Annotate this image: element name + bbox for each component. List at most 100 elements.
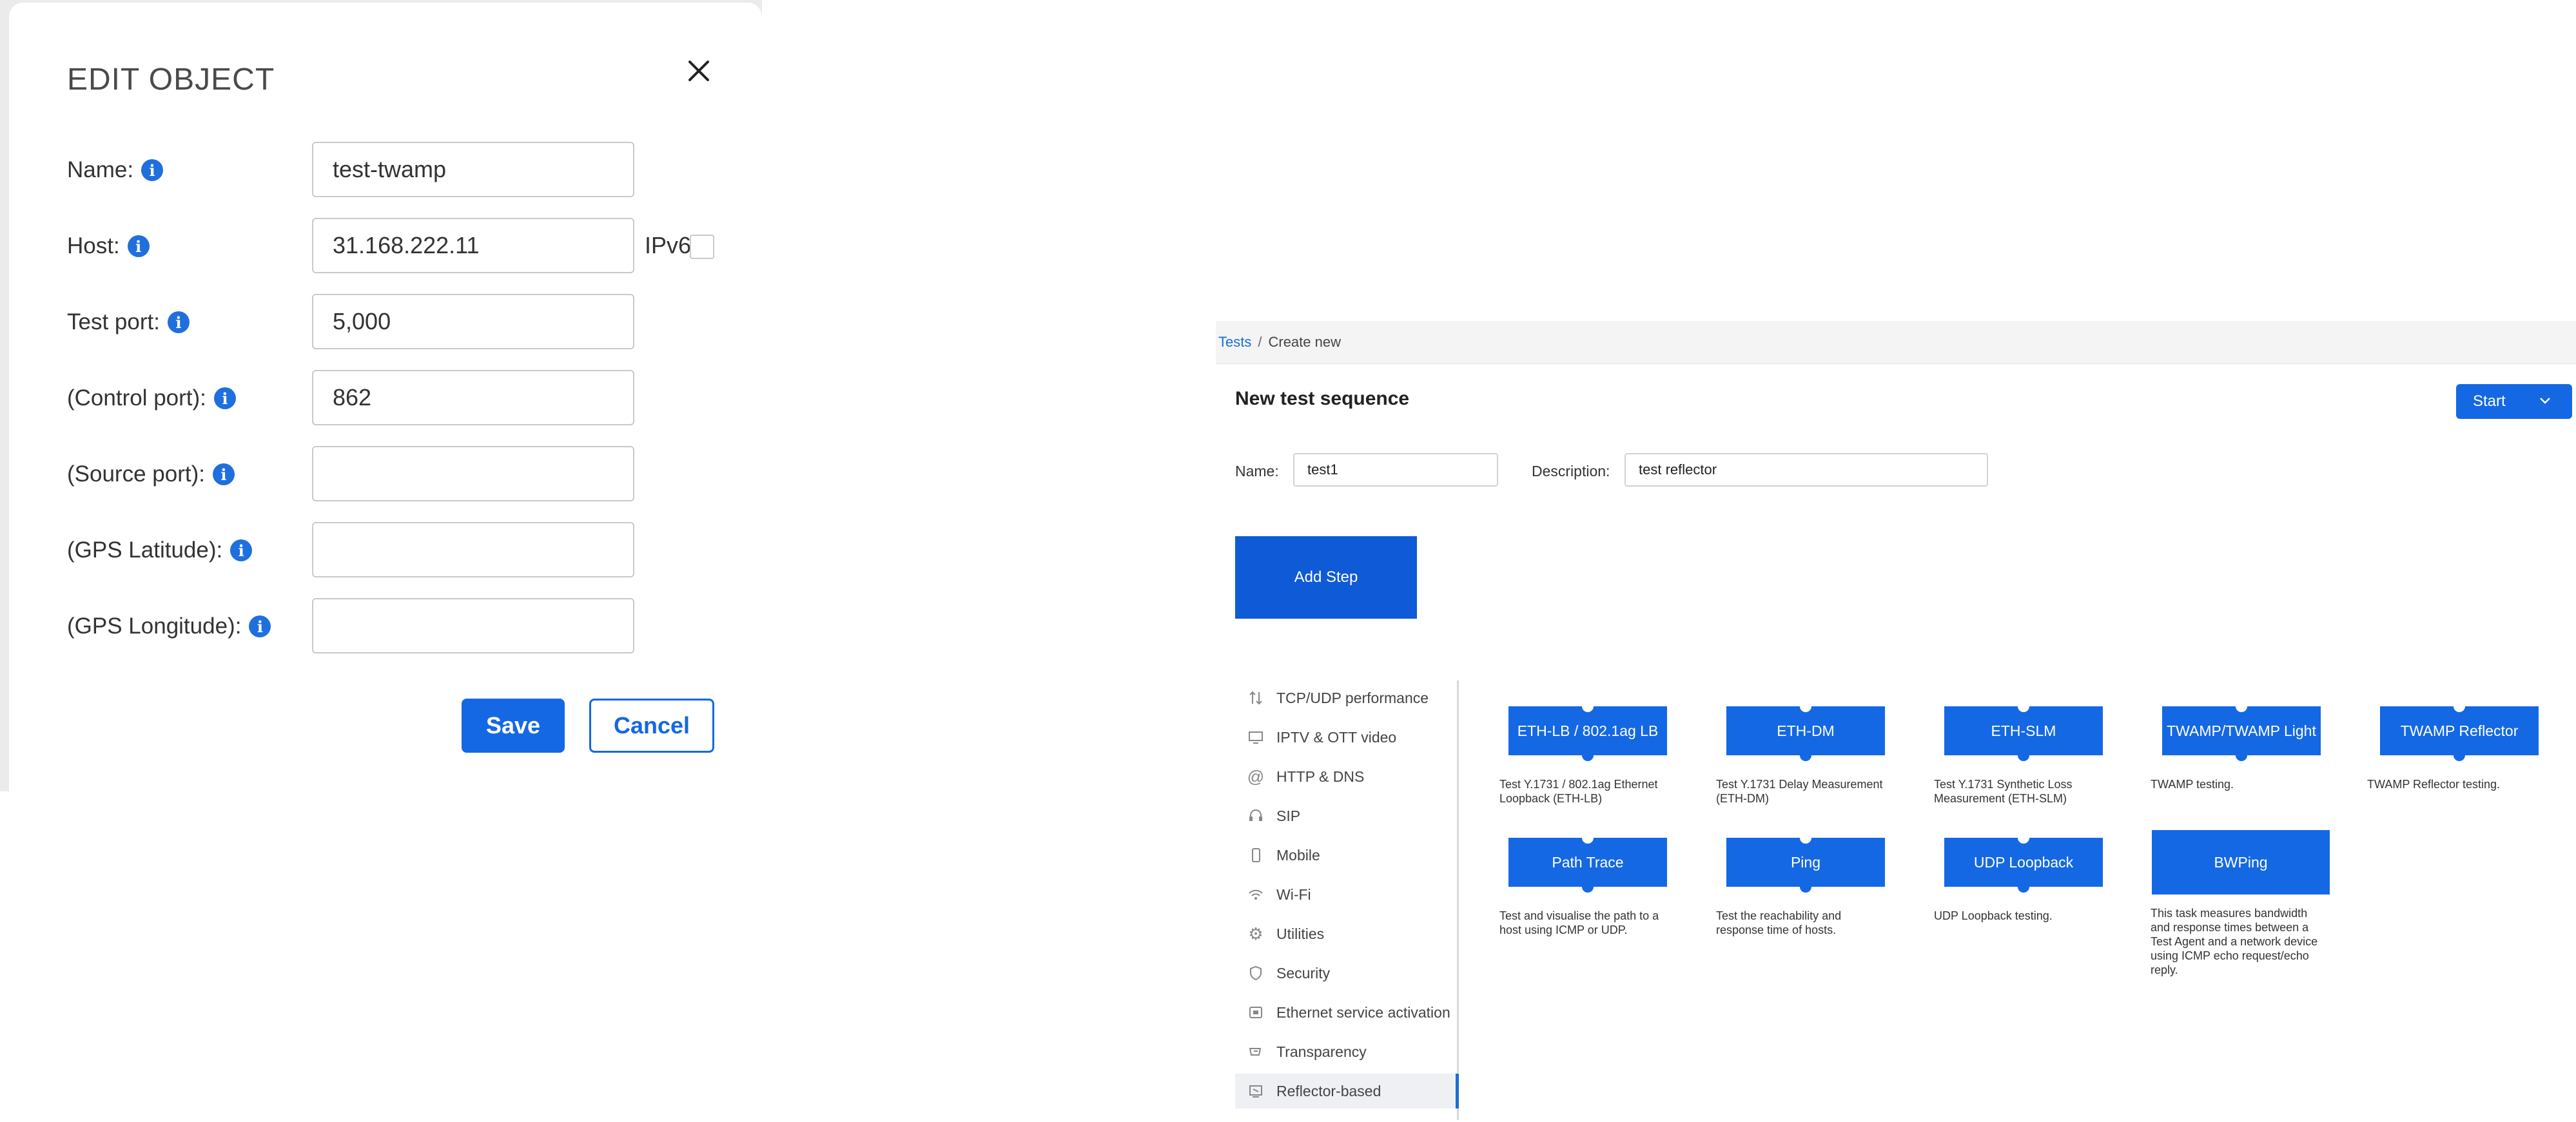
headset-icon bbox=[1247, 807, 1265, 825]
host-input[interactable] bbox=[312, 218, 634, 273]
at-icon: @ bbox=[1247, 766, 1265, 786]
page-title: New test sequence bbox=[1235, 388, 1410, 409]
category-label: HTTP & DNS bbox=[1276, 768, 1365, 785]
tile-bwping[interactable]: BWPing bbox=[2152, 830, 2330, 895]
wifi-icon bbox=[1247, 885, 1265, 904]
tile-path-trace[interactable]: Path Trace bbox=[1508, 832, 1667, 893]
category-label: Utilities bbox=[1276, 925, 1325, 942]
shield-icon bbox=[1247, 964, 1265, 982]
control-port-row: (Control port): i bbox=[67, 370, 744, 428]
category-label: Reflector-based bbox=[1276, 1082, 1381, 1099]
close-icon[interactable] bbox=[679, 52, 718, 90]
cancel-button[interactable]: Cancel bbox=[589, 699, 714, 753]
info-icon[interactable]: i bbox=[141, 159, 164, 181]
info-icon[interactable]: i bbox=[167, 311, 190, 333]
breadcrumb-current: Create new bbox=[1268, 334, 1341, 350]
tile-eth-slm[interactable]: ETH-SLM bbox=[1944, 701, 2103, 761]
host-row: Host: i IPv6 bbox=[67, 218, 744, 276]
tile-description: Test Y.1731 Delay Measurement (ETH-DM) bbox=[1716, 778, 1883, 805]
tile-description: UDP Loopback testing. bbox=[1934, 909, 2053, 922]
start-label: Start bbox=[2473, 392, 2506, 410]
category-ethernet-service-activation[interactable]: Ethernet service activation bbox=[1235, 995, 1457, 1030]
name-label: Name: bbox=[67, 157, 134, 182]
tile-label: TWAMP/TWAMP Light bbox=[2167, 722, 2316, 739]
category-tcp-udp-performance[interactable]: TCP/UDP performance bbox=[1235, 681, 1457, 715]
category-sip[interactable]: SIP bbox=[1235, 798, 1457, 833]
gear-icon: ⚙ bbox=[1248, 924, 1264, 943]
category-label: Wi-Fi bbox=[1276, 885, 1311, 903]
tile-label: ETH-LB / 802.1ag LB bbox=[1517, 722, 1659, 739]
sequence-name-input[interactable] bbox=[1293, 453, 1498, 487]
tile-description: Test the reachability and response time … bbox=[1716, 909, 1842, 936]
tile-ping[interactable]: Ping bbox=[1726, 832, 1885, 893]
source-port-input[interactable] bbox=[312, 446, 634, 501]
tile-description: TWAMP Reflector testing. bbox=[2367, 778, 2501, 791]
category-label: Ethernet service activation bbox=[1276, 1003, 1450, 1021]
tile-eth-lb[interactable]: ETH-LB / 802.1ag LB bbox=[1508, 701, 1667, 761]
gps-latitude-label: (GPS Latitude): bbox=[67, 537, 223, 563]
tile-label: ETH-SLM bbox=[1991, 722, 2056, 739]
breadcrumb: Tests / Create new bbox=[1218, 334, 1341, 351]
description-field-label: Description: bbox=[1532, 463, 1610, 479]
tile-label: TWAMP Reflector bbox=[2400, 722, 2519, 739]
gps-latitude-input[interactable] bbox=[312, 522, 634, 577]
info-icon[interactable]: i bbox=[212, 463, 235, 485]
chevron-down-icon[interactable] bbox=[2537, 393, 2553, 413]
category-iptv-ott-video[interactable]: IPTV & OTT video bbox=[1235, 720, 1457, 755]
category-reflector-based[interactable]: Reflector-based bbox=[1235, 1074, 1459, 1108]
tile-eth-dm[interactable]: ETH-DM bbox=[1726, 701, 1885, 761]
name-field-label: Name: bbox=[1235, 463, 1279, 479]
info-icon[interactable]: i bbox=[127, 235, 150, 257]
tile-description: This task measures bandwidth and respons… bbox=[2151, 907, 2318, 976]
tile-description: TWAMP testing. bbox=[2151, 778, 2234, 791]
category-mobile[interactable]: Mobile bbox=[1235, 838, 1457, 873]
control-port-input[interactable] bbox=[312, 370, 634, 425]
name-input[interactable] bbox=[312, 142, 634, 197]
info-icon[interactable]: i bbox=[230, 539, 253, 561]
host-label: Host: bbox=[67, 233, 120, 258]
gps-longitude-input[interactable] bbox=[312, 598, 634, 653]
ipv6-checkbox[interactable] bbox=[690, 235, 714, 259]
tile-twamp[interactable]: TWAMP/TWAMP Light bbox=[2162, 701, 2321, 761]
category-wi-fi[interactable]: Wi-Fi bbox=[1235, 877, 1457, 912]
tile-label: Path Trace bbox=[1552, 853, 1624, 871]
save-button[interactable]: Save bbox=[462, 699, 565, 753]
category-security[interactable]: Security bbox=[1235, 956, 1457, 991]
start-button[interactable]: Start bbox=[2456, 384, 2572, 419]
modal-backdrop: EDIT OBJECT Name: i Host: i IPv6 Test po… bbox=[0, 0, 762, 791]
category-transparency[interactable]: Transparency bbox=[1235, 1034, 1457, 1069]
transparency-icon bbox=[1247, 1043, 1265, 1061]
tile-label: ETH-DM bbox=[1777, 722, 1835, 739]
category-label: SIP bbox=[1276, 807, 1301, 824]
ethernet-icon bbox=[1247, 1003, 1265, 1021]
tile-description: Test Y.1731 Synthetic Loss Measurement (… bbox=[1934, 778, 2073, 805]
tile-label: BWPing bbox=[2214, 853, 2268, 871]
info-icon[interactable]: i bbox=[213, 387, 236, 409]
test-port-label: Test port: bbox=[67, 309, 160, 334]
add-step-button[interactable]: Add Step bbox=[1235, 536, 1417, 619]
category-http-dns[interactable]: @ HTTP & DNS bbox=[1235, 759, 1457, 794]
edit-object-dialog: EDIT OBJECT Name: i Host: i IPv6 Test po… bbox=[9, 3, 762, 791]
monitor-icon bbox=[1247, 728, 1265, 746]
breadcrumb-bar: Tests / Create new bbox=[1216, 321, 2576, 364]
name-row: Name: i bbox=[67, 142, 744, 200]
reflector-icon bbox=[1247, 1082, 1265, 1100]
category-label: Transparency bbox=[1276, 1043, 1367, 1060]
info-icon[interactable]: i bbox=[249, 615, 271, 637]
tile-description: Test Y.1731 / 802.1ag Ethernet Loopback … bbox=[1499, 778, 1658, 805]
phone-icon bbox=[1247, 846, 1265, 864]
tile-twamp-reflector[interactable]: TWAMP Reflector bbox=[2380, 701, 2539, 761]
tile-label: Ping bbox=[1790, 853, 1821, 871]
gps-latitude-row: (GPS Latitude): i bbox=[67, 522, 744, 580]
test-port-row: Test port: i bbox=[67, 294, 744, 352]
tile-description: Test and visualise the path to a host us… bbox=[1499, 909, 1659, 936]
test-port-input[interactable] bbox=[312, 294, 634, 349]
test-sequence-page: Tests / Create new New test sequence Start… bbox=[1216, 321, 2576, 1122]
tile-udp-loopback[interactable]: UDP Loopback bbox=[1944, 832, 2103, 893]
gps-longitude-row: (GPS Longitude): i bbox=[67, 598, 744, 656]
category-sidebar: TCP/UDP performance IPTV & OTT video @ H… bbox=[1235, 681, 1459, 1120]
breadcrumb-tests-link[interactable]: Tests bbox=[1218, 334, 1251, 350]
category-utilities[interactable]: ⚙ Utilities bbox=[1235, 916, 1457, 951]
category-label: IPTV & OTT video bbox=[1276, 728, 1397, 746]
description-input[interactable] bbox=[1625, 453, 1988, 487]
